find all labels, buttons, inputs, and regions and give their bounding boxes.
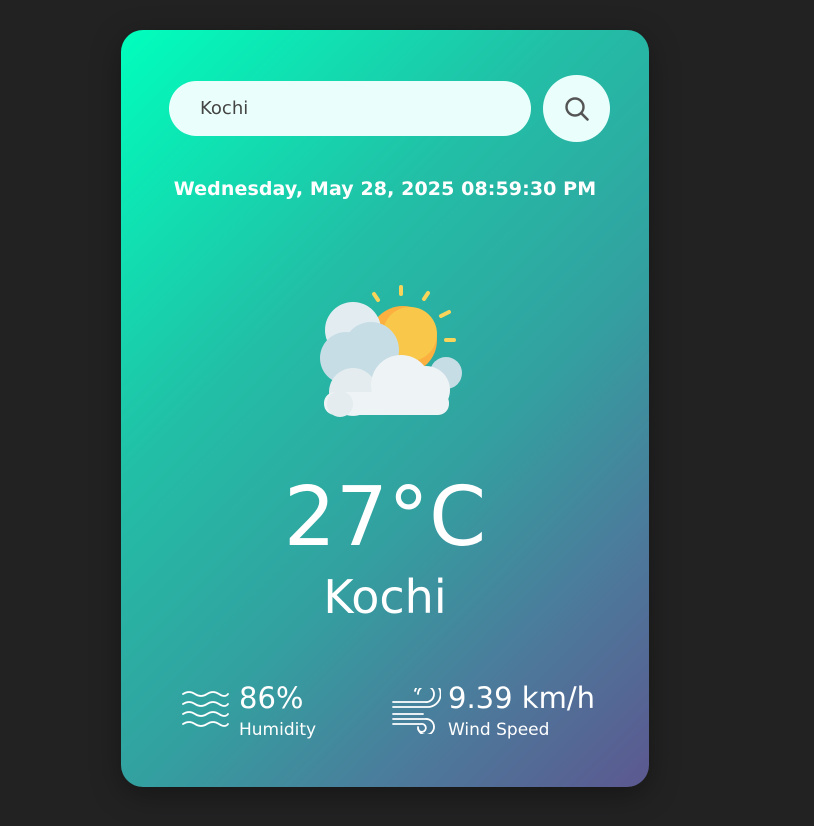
wind-label: Wind Speed: [448, 720, 550, 740]
search-field[interactable]: [169, 81, 531, 136]
humidity-stat: 86% Humidity: [181, 680, 351, 750]
wind-icon: [392, 688, 441, 734]
wind-value: 9.39 km/h: [448, 681, 595, 715]
search-icon: [564, 96, 589, 121]
humidity-value: 86%: [239, 681, 304, 715]
city-name: Kochi: [323, 570, 447, 624]
partly-cloudy-icon: [320, 285, 462, 417]
wind-stat: 9.39 km/h Wind Speed: [391, 680, 621, 750]
humidity-waves-icon: [182, 691, 229, 727]
humidity-label: Humidity: [239, 720, 317, 740]
search-input[interactable]: [198, 97, 502, 120]
temperature: 27°C: [283, 470, 487, 565]
search-button[interactable]: [543, 75, 610, 142]
weather-card: Wednesday, May 28, 2025 08:59:30 PM 27°C…: [121, 30, 649, 787]
date-time: Wednesday, May 28, 2025 08:59:30 PM: [173, 178, 597, 200]
